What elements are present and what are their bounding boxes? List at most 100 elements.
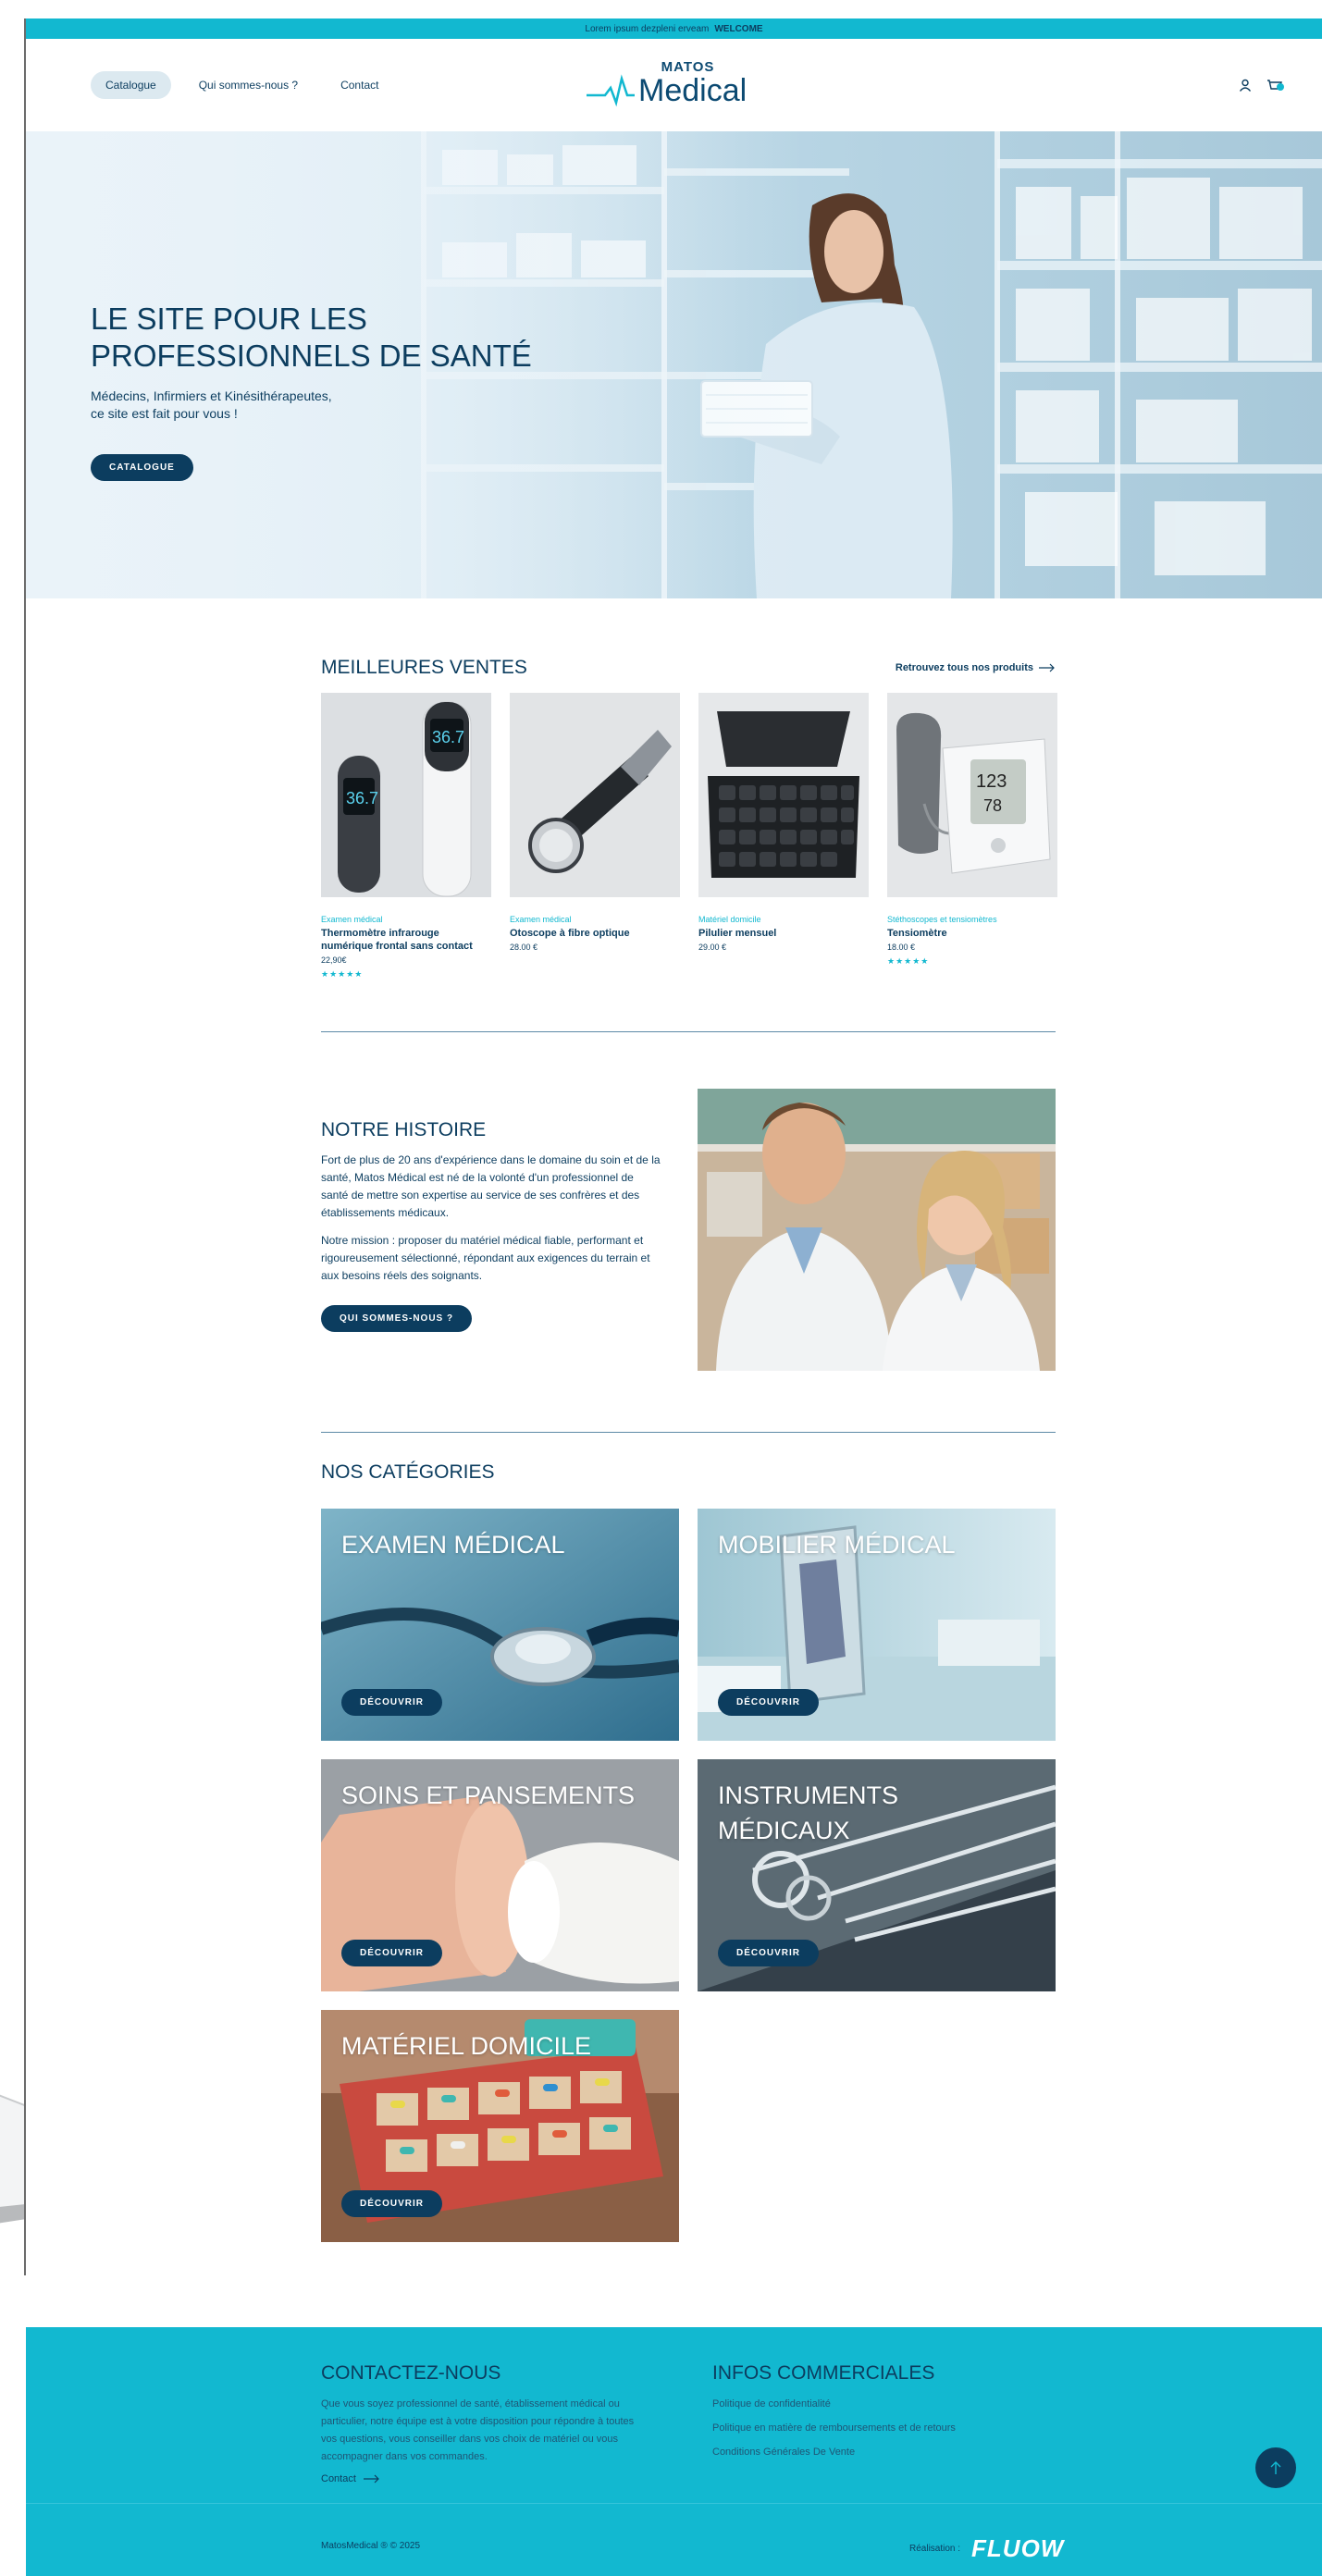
hero-title: LE SITE POUR LES PROFESSIONNELS DE SANTÉ (91, 301, 532, 375)
hero-sub-line1: Médecins, Infirmiers et Kinésithérapeute… (91, 388, 332, 403)
user-icon[interactable] (1239, 79, 1252, 92)
hero-title-line1: LE SITE POUR LES (91, 302, 367, 336)
product-category: Examen médical (510, 915, 572, 924)
history-paragraph-2: Notre mission : proposer du matériel méd… (321, 1234, 650, 1282)
arrow-up-icon (1270, 2461, 1281, 2474)
product-card[interactable]: Examen médical Otoscope à fibre optique … (510, 693, 680, 980)
product-price: 18.00 € (887, 943, 916, 952)
nav-catalogue[interactable]: Catalogue (91, 71, 171, 99)
hero-catalogue-button[interactable]: CATALOGUE (91, 454, 193, 481)
product-category: Examen médical (321, 915, 383, 924)
product-card[interactable]: 36.7 36.7 Examen médical Thermomètre inf… (321, 693, 491, 980)
category-card-soins[interactable]: SOINS ET PANSEMENTS DÉCOUVRIR (321, 1759, 679, 1991)
hero-sub-line2: ce site est fait pour vous ! (91, 406, 238, 421)
hero-title-line2: PROFESSIONNELS DE SANTÉ (91, 339, 532, 373)
history-title: NOTRE HISTOIRE (321, 1119, 487, 1140)
arrow-right-icon (363, 2474, 379, 2484)
nav-about[interactable]: Qui sommes-nous ? (184, 71, 313, 99)
footer-contact: CONTACTEZ-NOUS Que vous soyez profession… (321, 2362, 640, 2484)
product-card[interactable]: Matériel domicile Pilulier mensuel 29.00… (698, 693, 869, 980)
category-name: EXAMEN MÉDICAL (341, 1531, 565, 1559)
footer-infos-title: INFOS COMMERCIALES (712, 2362, 935, 2384)
discover-button[interactable]: DÉCOUVRIR (718, 1689, 820, 1716)
discover-button[interactable]: DÉCOUVRIR (718, 1940, 820, 1966)
category-name: INSTRUMENTS MÉDICAUX (718, 1781, 898, 1844)
footer-contact-link[interactable]: Contact (321, 2473, 640, 2484)
footer-link-privacy[interactable]: Politique de confidentialité (712, 2396, 956, 2413)
category-name: MATÉRIEL DOMICILE (341, 2032, 592, 2060)
product-price: 22,90€ (321, 955, 347, 965)
footer-link-returns[interactable]: Politique en matière de remboursements e… (712, 2420, 956, 2437)
product-price: 29.00 € (698, 943, 727, 952)
footer-link-cgv[interactable]: Conditions Générales De Vente (712, 2444, 956, 2461)
footer-bottom-bar: MatosMedical ® © 2025 Réalisation : FLUO… (26, 2503, 1322, 2576)
category-card-domicile[interactable]: MATÉRIEL DOMICILE DÉCOUVRIR (321, 2010, 679, 2242)
category-card-mobilier[interactable]: MOBILIER MÉDICAL DÉCOUVRIR (698, 1509, 1056, 1741)
announcement-text: Lorem ipsum dezpleni erveam (585, 23, 710, 34)
section-divider (321, 1432, 1056, 1433)
scroll-to-top-button[interactable] (1255, 2447, 1296, 2488)
category-name: SOINS ET PANSEMENTS (341, 1781, 636, 1809)
all-products-label: Retrouvez tous nos produits (895, 662, 1033, 673)
footer-contact-link-label: Contact (321, 2473, 356, 2484)
footer-contact-text: Que vous soyez professionnel de santé, é… (321, 2398, 635, 2462)
product-rating: ★★★★★ (887, 956, 930, 966)
category-card-examen[interactable]: EXAMEN MÉDICAL DÉCOUVRIR (321, 1509, 679, 1741)
product-category: Matériel domicile (698, 915, 761, 924)
history-paragraph-1: Fort de plus de 20 ans d'expérience dans… (321, 1153, 661, 1219)
bestsellers-header: MEILLEURES VENTES Retrouvez tous nos pro… (321, 657, 1056, 679)
footer-infos: INFOS COMMERCIALES Politique de confiden… (712, 2362, 956, 2461)
product-list: 36.7 36.7 Examen médical Thermomètre inf… (321, 693, 1057, 980)
all-products-link[interactable]: Retrouvez tous nos produits (896, 662, 1056, 673)
realisation-label: Réalisation : (909, 2544, 961, 2554)
discover-button[interactable]: DÉCOUVRIR (341, 1940, 443, 1966)
product-image-tensiometer[interactable]: 123 78 (887, 693, 1057, 897)
product-name[interactable]: Tensiomètre (887, 927, 1057, 940)
announcement-highlight: WELCOME (714, 23, 763, 34)
category-card-instruments[interactable]: INSTRUMENTS MÉDICAUX DÉCOUVRIR (698, 1759, 1056, 1991)
cart-icon[interactable] (1266, 78, 1285, 92)
product-image-thermometer[interactable]: 36.7 36.7 (321, 693, 491, 897)
product-name[interactable]: Pilulier mensuel (698, 927, 869, 940)
category-grid: EXAMEN MÉDICAL DÉCOUVRIR MOBILIER MÉDICA… (321, 1509, 1056, 2242)
announcement-bar: Lorem ipsum dezpleni erveam WELCOME (26, 18, 1322, 39)
categories-title: NOS CATÉGORIES (321, 1461, 495, 1483)
logo-mark: Medical (586, 73, 747, 108)
arrow-right-icon (1039, 663, 1055, 672)
history-section: NOTRE HISTOIRE Fort de plus de 20 ans d'… (321, 1119, 663, 1332)
product-name[interactable]: Otoscope à fibre optique (510, 927, 680, 940)
category-name: MOBILIER MÉDICAL (718, 1531, 956, 1559)
product-category: Stéthoscopes et tensiomètres (887, 915, 997, 924)
product-image-otoscope[interactable] (510, 693, 680, 897)
agency-logo[interactable]: FLUOW (971, 2534, 1064, 2563)
svg-text:123: 123 (976, 771, 1007, 792)
svg-text:78: 78 (983, 796, 1002, 815)
section-divider (321, 1031, 1056, 1032)
team-photo (698, 1089, 1056, 1371)
hero-subtitle: Médecins, Infirmiers et Kinésithérapeute… (91, 388, 532, 423)
svg-text:36.7: 36.7 (432, 728, 464, 746)
product-image-pill-organizer[interactable] (698, 693, 869, 897)
bestsellers-title: MEILLEURES VENTES (321, 657, 527, 678)
hero-banner: LE SITE POUR LES PROFESSIONNELS DE SANTÉ… (26, 131, 1322, 598)
discover-button[interactable]: DÉCOUVRIR (341, 1689, 443, 1716)
realisation-credit: Réalisation : FLUOW (909, 2534, 1064, 2563)
header-icons (1239, 78, 1285, 92)
copyright-text: MatosMedical ® © 2025 (321, 2541, 421, 2551)
product-price: 28.00 € (510, 943, 538, 952)
discover-button[interactable]: DÉCOUVRIR (341, 2190, 443, 2217)
logo-main-text: Medical (638, 73, 747, 108)
product-card[interactable]: 123 78 Stéthoscopes et tensiomètres Tens… (887, 693, 1057, 980)
product-rating: ★★★★★ (321, 969, 364, 979)
page: Lorem ipsum dezpleni erveam WELCOME Cata… (26, 18, 1322, 2576)
site-logo[interactable]: MATOS Medical (582, 59, 767, 108)
footer-contact-title: CONTACTEZ-NOUS (321, 2362, 501, 2384)
site-header: Catalogue Qui sommes-nous ? Contact MATO… (26, 39, 1322, 131)
product-name[interactable]: Thermomètre infrarouge numérique frontal… (321, 927, 491, 953)
nav-contact[interactable]: Contact (326, 71, 393, 99)
categories-header: NOS CATÉGORIES (321, 1461, 1056, 1484)
about-us-button[interactable]: QUI SOMMES-NOUS ? (321, 1305, 473, 1332)
svg-text:36.7: 36.7 (346, 789, 378, 807)
site-footer: CONTACTEZ-NOUS Que vous soyez profession… (26, 2327, 1322, 2576)
hero-content: LE SITE POUR LES PROFESSIONNELS DE SANTÉ… (91, 301, 532, 481)
